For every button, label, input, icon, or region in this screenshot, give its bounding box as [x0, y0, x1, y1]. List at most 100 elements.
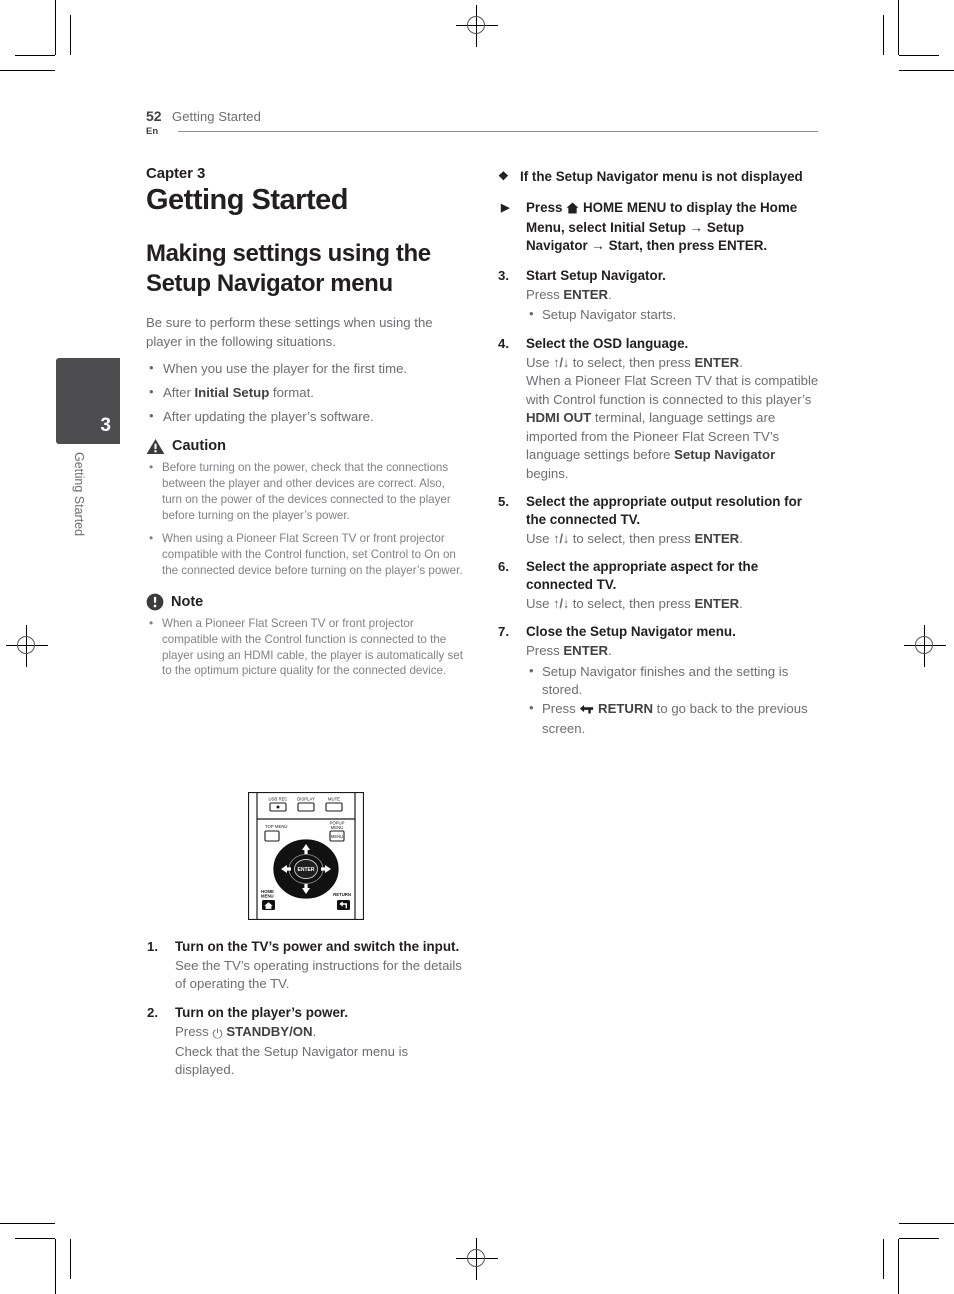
list-item: When you use the player for the first ti… [146, 359, 468, 379]
note-exclamation-icon [146, 593, 164, 611]
up-down-arrows-icon: ↑/↓ [553, 595, 570, 611]
note-heading: Note [146, 593, 468, 611]
body2-bold2: Setup Navigator [674, 447, 776, 463]
step-body-pre: Press [175, 1023, 213, 1039]
step-title: Select the appropriate output resolution… [526, 493, 803, 527]
step-title-bold: OSD [592, 335, 623, 351]
substep2-pre: Press [542, 700, 580, 716]
return-arrow-icon [579, 702, 594, 720]
step-body: Press ⏻ STANDBY/ON. [175, 1023, 468, 1043]
triangle-instruction: ▶ Press HOME MENU to display the Home Me… [497, 199, 819, 255]
step-substeps: Setup Navigator starts. [526, 305, 819, 324]
diamond-heading-text: If the Setup Navigator menu is not displ… [520, 169, 803, 184]
substep-text: Setup Navigator starts. [542, 307, 677, 323]
diamond-bullet-icon: ❖ [498, 169, 509, 183]
header-divider-rule [178, 131, 818, 132]
note-title: Note [171, 593, 204, 610]
use-post: to select, then press [569, 530, 695, 546]
substep-text: Setup Navigator finishes and the setting… [542, 663, 789, 698]
list-item: 3. Start Setup Navigator. Press ENTER. S… [497, 267, 819, 325]
step-title-pre: Select the [526, 335, 593, 351]
list-item: 7. Close the Setup Navigator menu. Press… [497, 623, 819, 738]
intro-bullet-1-bold: Initial Setup [194, 385, 270, 401]
caution-item-1: When using a Pioneer Flat Screen TV or f… [162, 531, 463, 577]
list-item: After Initial Setup format. [146, 383, 468, 403]
step-title: Turn on the TV’s power and switch the in… [175, 939, 460, 954]
up-down-arrows-icon: ↑/↓ [553, 354, 570, 370]
step-number: 5. [498, 493, 509, 509]
svg-text:MUTE: MUTE [328, 797, 340, 802]
use-pre: Use [526, 595, 554, 611]
svg-text:TOP MENU: TOP MENU [265, 824, 288, 829]
caution-list: Before turning on the power, check that … [146, 459, 468, 579]
list-item: 1. Turn on the TV’s power and switch the… [146, 938, 468, 994]
intro-bullet-2-text: After updating the player’s software. [163, 408, 374, 424]
list-item: 6. Select the appropriate aspect for the… [497, 558, 819, 613]
page-header: 52 Getting Started En [146, 108, 818, 137]
caution-item-0: Before turning on the power, check that … [162, 460, 451, 522]
chapter-title: Getting Started [146, 184, 348, 216]
list-item: After updating the player’s software. [146, 407, 468, 427]
list-item: Setup Navigator starts. [526, 305, 819, 324]
step-body-post: . [608, 286, 612, 302]
step-body-pre: Press [526, 643, 564, 659]
use-bold: ENTER [694, 354, 740, 370]
intro-bullet-list: When you use the player for the first ti… [146, 359, 468, 427]
svg-text:MENU: MENU [331, 834, 343, 839]
right-column: ❖ If the Setup Navigator menu is not dis… [497, 168, 819, 749]
step-body-bold: STANDBY/ON [226, 1023, 313, 1039]
step-body-bold: ENTER [563, 286, 609, 302]
step-number: 7. [498, 624, 509, 640]
section-title: Making settings using the Setup Navigato… [146, 240, 431, 297]
procedure-list-left: 1. Turn on the TV’s power and switch the… [146, 938, 468, 1080]
step-number: 4. [498, 335, 509, 351]
page-number: 52 [146, 108, 162, 124]
up-down-arrows-icon: ↑/↓ [553, 530, 570, 546]
step-body-use: Use ↑/↓ to select, then press ENTER. [526, 354, 819, 372]
use-end: . [739, 595, 743, 611]
left-column: Capter 3 Getting Started Making settings… [146, 165, 468, 686]
note-item-0: When a Pioneer Flat Screen TV or front p… [162, 616, 463, 678]
list-item: 4. Select the OSD language. Use ↑/↓ to s… [497, 335, 819, 483]
power-standby-icon: ⏻ [212, 1025, 223, 1041]
triangle-seg1: Press [526, 199, 567, 215]
step-body-use: Use ↑/↓ to select, then press ENTER. [526, 530, 819, 548]
step-substeps: Setup Navigator finishes and the setting… [526, 662, 819, 739]
left-column-steps: 1. Turn on the TV’s power and switch the… [146, 938, 468, 1090]
use-post: to select, then press [569, 595, 695, 611]
step-number: 2. [147, 1004, 158, 1020]
use-bold: ENTER [694, 530, 740, 546]
use-pre: Use [526, 530, 554, 546]
step-title: Close the Setup Navigator menu. [526, 624, 736, 640]
note-list: When a Pioneer Flat Screen TV or front p… [146, 615, 468, 680]
substep2-bold: RETURN [598, 700, 653, 716]
svg-text:USB REC: USB REC [268, 797, 287, 802]
step-body-use: Use ↑/↓ to select, then press ENTER. [526, 595, 819, 613]
svg-text:ENTER: ENTER [298, 867, 315, 873]
chapter-tab: 3 [56, 358, 120, 444]
step-body-line2: Check that the Setup Navigator menu is d… [175, 1043, 409, 1078]
body2-end: begins. [526, 465, 569, 481]
chapter-tab-label: Getting Started [72, 452, 86, 537]
triangle-arrow-2: → [591, 237, 605, 253]
step-number: 1. [147, 939, 158, 954]
chapter-tab-number: 3 [100, 415, 111, 436]
procedure-list-right: 3. Start Setup Navigator. Press ENTER. S… [497, 267, 819, 739]
step-title: Select the appropriate aspect for the co… [526, 559, 759, 592]
step-body: Press ENTER. [526, 642, 819, 660]
list-item: When a Pioneer Flat Screen TV or front p… [146, 615, 468, 680]
use-end: . [739, 354, 743, 370]
list-item: Press RETURN to go back to the previous … [526, 699, 819, 739]
triangle-arrow-1: → [689, 219, 704, 235]
remote-control-diagram: USB REC DISPLAY MUTE TOP MENU POPUP MENU… [247, 791, 365, 921]
chapter-eyebrow: Capter 3 [146, 165, 206, 182]
warning-triangle-icon [146, 438, 165, 455]
section-intro-paragraph: Be sure to perform these settings when u… [146, 314, 433, 349]
step-body: Press ENTER. [526, 286, 819, 304]
list-item: Setup Navigator finishes and the setting… [526, 662, 819, 700]
step-number: 3. [498, 267, 509, 283]
diamond-heading: ❖ If the Setup Navigator menu is not dis… [497, 168, 819, 186]
step-title: Turn on the player’s power. [175, 1004, 349, 1020]
step-title: Select the OSD language. [526, 335, 819, 353]
triangle-seg3: Initial Setup [610, 219, 686, 235]
